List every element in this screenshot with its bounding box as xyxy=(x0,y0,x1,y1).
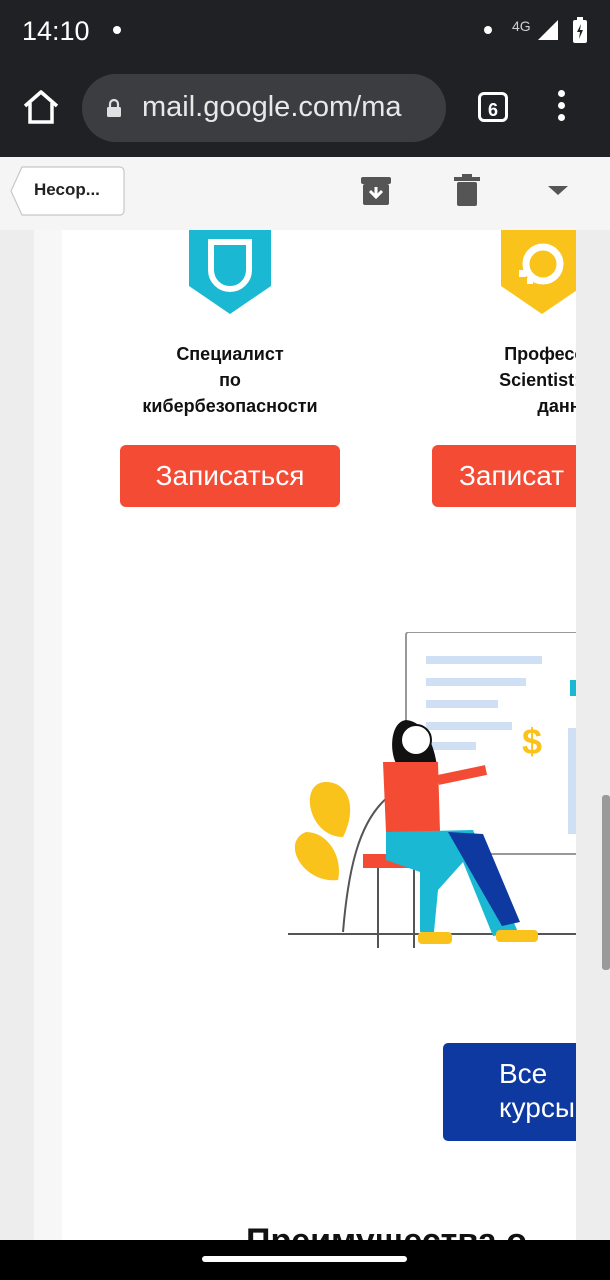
battery-icon xyxy=(573,17,587,43)
status-bar: 14:10 4G xyxy=(0,0,610,60)
course-title: Профессия Scientist: ан данных xyxy=(499,344,576,416)
home-gesture-handle[interactable] xyxy=(202,1256,407,1262)
notification-dot xyxy=(484,26,492,34)
back-to-folder-button[interactable]: Несор... xyxy=(10,166,125,216)
browser-address-bar: mail.google.com/ma 6 xyxy=(0,60,610,157)
content-edge xyxy=(576,230,610,1240)
url-field[interactable]: mail.google.com/ma xyxy=(82,74,446,142)
course-title: Специалист по кибербезопасности xyxy=(142,344,318,416)
signup-button[interactable]: Записат xyxy=(432,445,576,507)
system-navigation-bar xyxy=(0,1240,610,1280)
tab-switcher-button[interactable]: 6 xyxy=(478,92,508,122)
overflow-menu-icon[interactable] xyxy=(556,90,566,124)
trash-icon[interactable] xyxy=(452,173,482,207)
archive-icon[interactable] xyxy=(359,174,393,208)
gmail-toolbar: Несор... xyxy=(0,157,610,231)
back-button-label: Несор... xyxy=(34,180,100,199)
data-science-badge-icon xyxy=(501,230,576,314)
lock-icon xyxy=(107,98,121,117)
email-body: Специалист по кибербезопасности Записать… xyxy=(0,230,610,1240)
more-actions-dropdown-icon[interactable] xyxy=(548,186,568,195)
student-illustration: $ xyxy=(288,632,576,948)
home-icon[interactable] xyxy=(20,86,62,128)
svg-text:$: $ xyxy=(522,721,542,762)
signup-button[interactable]: Записаться xyxy=(120,445,340,507)
url-text: mail.google.com/ma xyxy=(142,91,402,123)
scrollbar[interactable] xyxy=(602,795,610,970)
signal-icon xyxy=(538,20,558,40)
cybersecurity-badge-icon xyxy=(189,230,271,314)
notification-dot xyxy=(113,26,121,34)
network-type: 4G xyxy=(512,18,531,34)
clock: 14:10 xyxy=(22,16,90,46)
